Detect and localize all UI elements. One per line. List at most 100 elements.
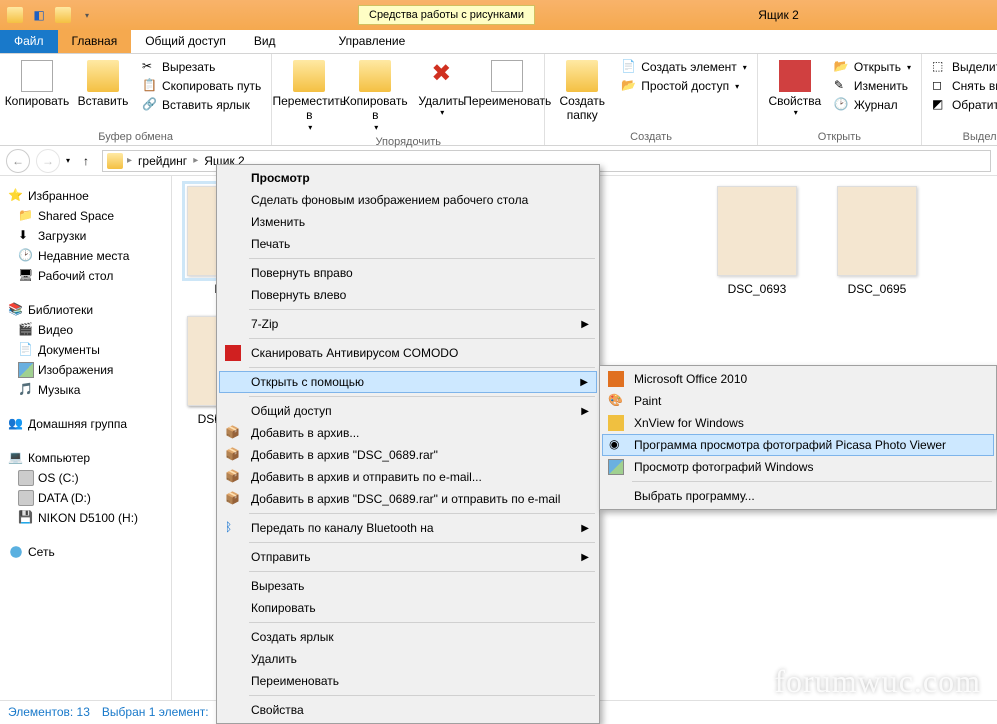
- paste-button[interactable]: Вставить: [72, 58, 134, 110]
- ctx-archive-named-email[interactable]: 📦Добавить в архив "DSC_0689.rar" и отпра…: [219, 488, 597, 510]
- ribbon-tabs: Файл Главная Общий доступ Вид Управление: [0, 30, 997, 54]
- ctx-add-archive[interactable]: 📦Добавить в архив...: [219, 422, 597, 444]
- sub-paint[interactable]: 🎨Paint: [602, 390, 994, 412]
- clipboard-group-label: Буфер обмена: [6, 129, 265, 143]
- ctx-rotate-left[interactable]: Повернуть влево: [219, 284, 597, 306]
- sidebar-pictures[interactable]: Изображения: [0, 360, 171, 380]
- sidebar-shared[interactable]: 📁Shared Space: [0, 206, 171, 226]
- sidebar-documents[interactable]: 📄Документы: [0, 340, 171, 360]
- sub-xnview[interactable]: XnView for Windows: [602, 412, 994, 434]
- up-button[interactable]: ↑: [76, 151, 96, 171]
- cut-button[interactable]: ✂Вырезать: [138, 58, 265, 76]
- sub-picasa[interactable]: ◉Программа просмотра фотографий Picasa P…: [602, 434, 994, 456]
- sidebar-network[interactable]: Сеть: [0, 542, 171, 562]
- sidebar-drive-h[interactable]: 💾NIKON D5100 (H:): [0, 508, 171, 528]
- selectnone-button[interactable]: ◻Снять выделени: [928, 77, 997, 95]
- ctx-scan-comodo[interactable]: Сканировать Антивирусом COMODO: [219, 342, 597, 364]
- file-item[interactable]: DSC_0693: [712, 186, 802, 296]
- newfolder-button[interactable]: Создать папку: [551, 58, 613, 125]
- easyaccess-button[interactable]: 📂Простой доступ▾: [617, 77, 751, 95]
- bluetooth-icon: ᛒ: [225, 520, 241, 536]
- file-label: DSC_0695: [848, 282, 907, 296]
- tab-share[interactable]: Общий доступ: [131, 30, 240, 53]
- copy-button[interactable]: Копировать: [6, 58, 68, 110]
- qat-icon[interactable]: [4, 4, 26, 26]
- ctx-edit[interactable]: Изменить: [219, 211, 597, 233]
- sub-winphoto[interactable]: Просмотр фотографий Windows: [602, 456, 994, 478]
- desktop-icon: 🖥: [18, 268, 34, 284]
- sidebar-computer[interactable]: 💻Компьютер: [0, 448, 171, 468]
- drive-icon: [18, 470, 34, 486]
- ctx-shortcut[interactable]: Создать ярлык: [219, 626, 597, 648]
- forward-button[interactable]: →: [36, 149, 60, 173]
- copypath-button[interactable]: 📋Скопировать путь: [138, 77, 265, 95]
- document-icon: 📄: [18, 342, 34, 358]
- openwith-submenu: Microsoft Office 2010 🎨Paint XnView for …: [599, 365, 997, 510]
- chevron-right-icon[interactable]: ▸: [127, 155, 132, 166]
- ctx-open-with[interactable]: Открыть с помощью▶: [219, 371, 597, 393]
- ctx-rename[interactable]: Переименовать: [219, 670, 597, 692]
- open-button[interactable]: 📂Открыть▾: [830, 58, 915, 76]
- computer-icon: 💻: [8, 450, 24, 466]
- tab-view[interactable]: Вид: [240, 30, 290, 53]
- ribbon-group-organize: Переместить в▾ Копировать в▾ ✖Удалить▾ П…: [272, 54, 545, 145]
- sidebar-music[interactable]: 🎵Музыка: [0, 380, 171, 400]
- ctx-sendto[interactable]: Отправить▶: [219, 546, 597, 568]
- ctx-set-background[interactable]: Сделать фоновым изображением рабочего ст…: [219, 189, 597, 211]
- ctx-add-archive-named[interactable]: 📦Добавить в архив "DSC_0689.rar": [219, 444, 597, 466]
- qat-properties-icon[interactable]: ◧: [28, 4, 50, 26]
- breadcrumb-1[interactable]: грейдинг: [136, 154, 189, 168]
- sidebar-video[interactable]: 🎬Видео: [0, 320, 171, 340]
- ctx-share[interactable]: Общий доступ▶: [219, 400, 597, 422]
- open-icon: 📂: [834, 59, 850, 75]
- network-icon: [8, 544, 24, 560]
- invertselect-button[interactable]: ◩Обратить выдел: [928, 96, 997, 114]
- paste-shortcut-button[interactable]: 🔗Вставить ярлык: [138, 96, 265, 114]
- tab-manage[interactable]: Управление: [325, 30, 420, 53]
- ctx-7zip[interactable]: 7-Zip▶: [219, 313, 597, 335]
- sidebar-desktop[interactable]: 🖥Рабочий стол: [0, 266, 171, 286]
- newitem-button[interactable]: 📄Создать элемент▾: [617, 58, 751, 76]
- history-button[interactable]: 🕑Журнал: [830, 96, 915, 114]
- sidebar-downloads[interactable]: ⬇Загрузки: [0, 226, 171, 246]
- history-dropdown-icon[interactable]: ▾: [66, 156, 70, 165]
- separator: [249, 338, 595, 339]
- edit-button[interactable]: ✎Изменить: [830, 77, 915, 95]
- selectall-button[interactable]: ⬚Выделить все: [928, 58, 997, 76]
- sub-office[interactable]: Microsoft Office 2010: [602, 368, 994, 390]
- ctx-rotate-right[interactable]: Повернуть вправо: [219, 262, 597, 284]
- back-button[interactable]: ←: [6, 149, 30, 173]
- drive-icon: [18, 490, 34, 506]
- selectnone-icon: ◻: [932, 78, 948, 94]
- sidebar-homegroup[interactable]: 👥Домашняя группа: [0, 414, 171, 434]
- properties-button[interactable]: Свойства▾: [764, 58, 826, 120]
- sidebar-recent[interactable]: 🕑Недавние места: [0, 246, 171, 266]
- sidebar-libraries[interactable]: 📚Библиотеки: [0, 300, 171, 320]
- moveto-button[interactable]: Переместить в▾: [278, 58, 340, 134]
- ctx-properties[interactable]: Свойства: [219, 699, 597, 721]
- submenu-arrow-icon: ▶: [580, 377, 588, 388]
- ctx-archive-email[interactable]: 📦Добавить в архив и отправить по e-mail.…: [219, 466, 597, 488]
- rename-button[interactable]: Переименовать: [476, 58, 538, 110]
- ctx-view[interactable]: Просмотр: [219, 167, 597, 189]
- sidebar-drive-d[interactable]: DATA (D:): [0, 488, 171, 508]
- ctx-print[interactable]: Печать: [219, 233, 597, 255]
- qat-dropdown-icon[interactable]: ▾: [76, 4, 98, 26]
- sidebar-favorites[interactable]: ⭐Избранное: [0, 186, 171, 206]
- tab-home[interactable]: Главная: [58, 30, 132, 53]
- ctx-delete[interactable]: Удалить: [219, 648, 597, 670]
- ctx-cut[interactable]: Вырезать: [219, 575, 597, 597]
- ctx-bluetooth[interactable]: ᛒПередать по каналу Bluetooth на▶: [219, 517, 597, 539]
- file-item[interactable]: DSC_0695: [832, 186, 922, 296]
- copyto-button[interactable]: Копировать в▾: [344, 58, 406, 134]
- sub-choose-program[interactable]: Выбрать программу...: [602, 485, 994, 507]
- winrar-icon: 📦: [225, 425, 241, 441]
- delete-button[interactable]: ✖Удалить▾: [410, 58, 472, 120]
- office-icon: [608, 371, 624, 387]
- tab-file[interactable]: Файл: [0, 30, 58, 53]
- invert-icon: ◩: [932, 97, 948, 113]
- chevron-right-icon[interactable]: ▸: [193, 155, 198, 166]
- sidebar-drive-c[interactable]: OS (C:): [0, 468, 171, 488]
- qat-newfolder-icon[interactable]: [52, 4, 74, 26]
- ctx-copy[interactable]: Копировать: [219, 597, 597, 619]
